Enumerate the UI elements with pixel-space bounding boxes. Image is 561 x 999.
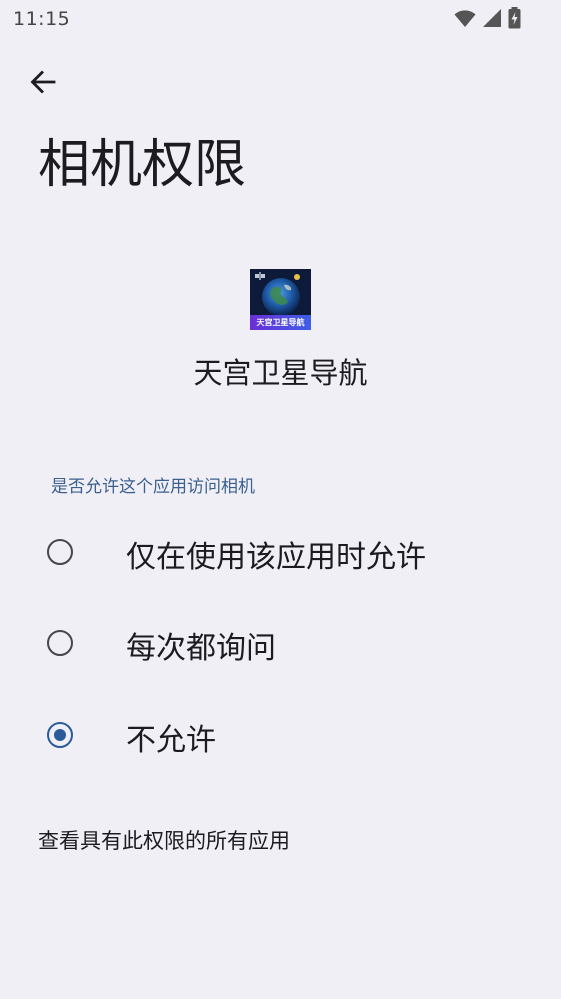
battery-charging-icon <box>508 7 521 33</box>
app-icon: 天宫卫星导航 <box>250 269 311 330</box>
status-time: 11:15 <box>13 8 71 30</box>
option-ask-every-time[interactable]: 每次都询问 <box>0 603 561 685</box>
option-label: 每次都询问 <box>126 631 276 666</box>
cellular-signal-icon <box>482 8 502 32</box>
status-icons <box>454 7 521 33</box>
back-button[interactable] <box>22 61 64 103</box>
permission-question: 是否允许这个应用访问相机 <box>51 477 255 497</box>
radio-button-selected[interactable] <box>47 722 73 748</box>
option-allow-while-using[interactable]: 仅在使用该应用时允许 <box>0 512 561 594</box>
option-label: 仅在使用该应用时允许 <box>126 540 426 575</box>
arrow-left-icon <box>30 70 56 94</box>
status-bar: 11:15 <box>0 0 561 38</box>
app-name: 天宫卫星导航 <box>193 356 368 390</box>
option-label: 不允许 <box>126 723 216 758</box>
app-icon-banner-text: 天宫卫星导航 <box>256 318 305 327</box>
radio-button[interactable] <box>47 539 73 565</box>
option-deny[interactable]: 不允许 <box>0 695 561 777</box>
view-all-apps-link[interactable]: 查看具有此权限的所有应用 <box>38 825 290 855</box>
wifi-icon <box>454 8 476 32</box>
radio-button[interactable] <box>47 630 73 656</box>
page-title: 相机权限 <box>38 135 247 195</box>
